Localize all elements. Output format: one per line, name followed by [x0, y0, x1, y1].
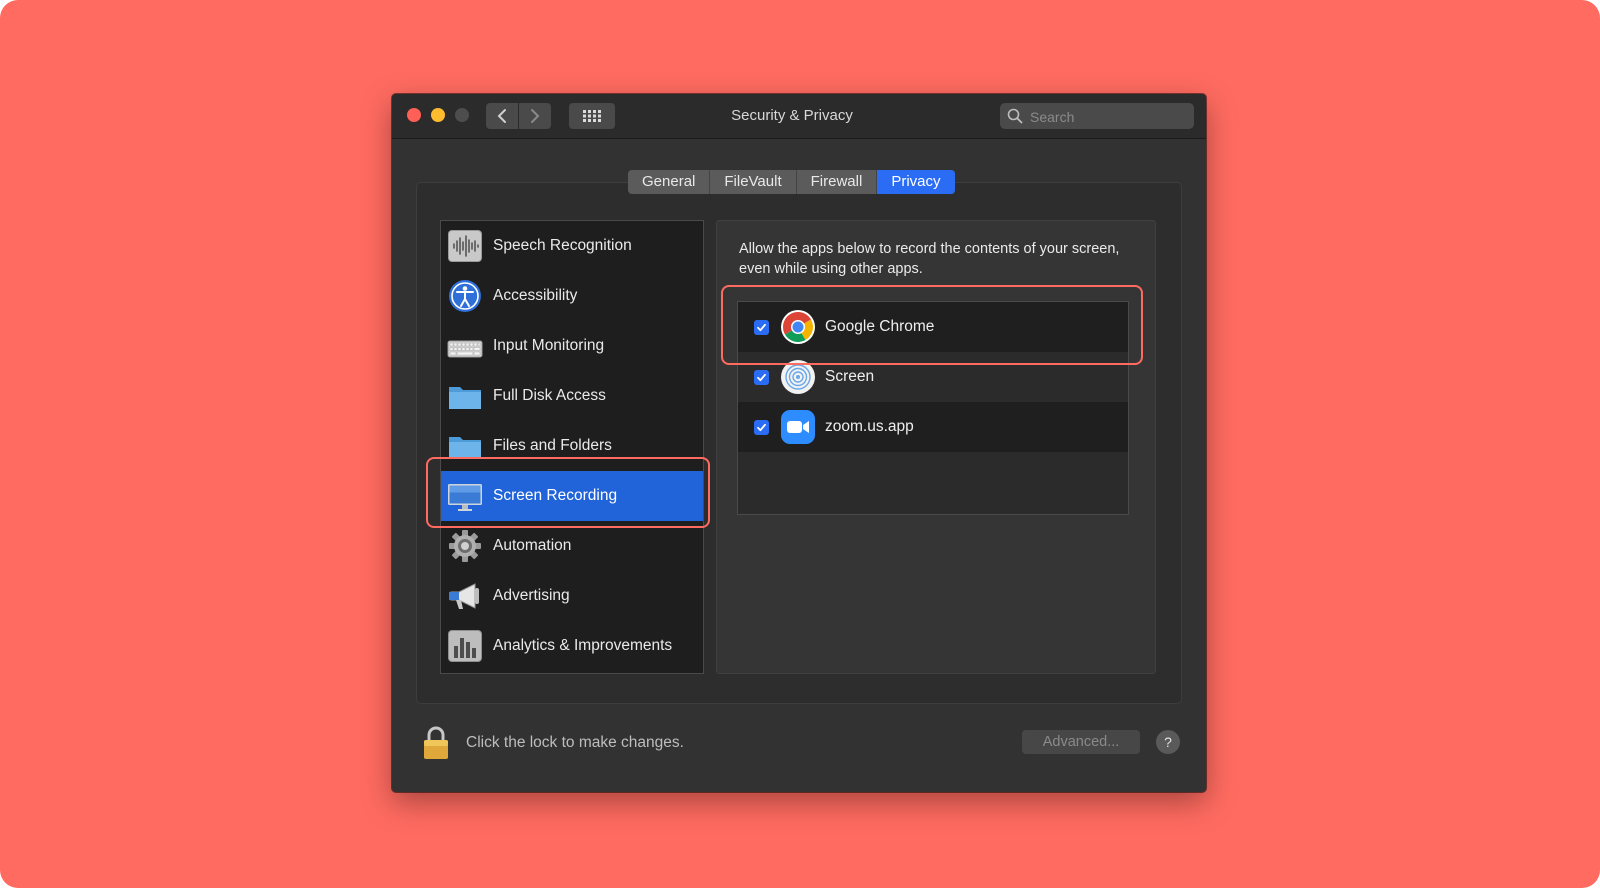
list-item-screen[interactable]: Screen	[738, 352, 1128, 402]
grid-icon	[583, 110, 601, 122]
back-button[interactable]	[486, 103, 518, 129]
close-window-button[interactable]	[407, 108, 421, 122]
list-item-zoom[interactable]: zoom.us.app	[738, 402, 1128, 452]
show-all-button[interactable]	[569, 103, 615, 129]
keyboard-icon	[447, 340, 483, 358]
search-icon	[1007, 108, 1023, 124]
chrome-icon	[781, 310, 815, 344]
sidebar-item-automation[interactable]: Automation	[441, 521, 703, 571]
folder-icon	[449, 437, 481, 459]
advanced-button[interactable]: Advanced...	[1022, 730, 1140, 754]
bar-chart-icon	[448, 630, 482, 662]
lock-icon[interactable]	[422, 726, 450, 760]
security-privacy-window: Security & Privacy General FileVault Fir…	[392, 94, 1206, 792]
search-field[interactable]	[1000, 103, 1194, 131]
sidebar-item-speech-recognition[interactable]: Speech Recognition	[441, 221, 703, 271]
sidebar-item-label: Full Disk Access	[493, 387, 606, 404]
sidebar-item-screen-recording[interactable]: Screen Recording	[441, 471, 703, 521]
app-label: Google Chrome	[825, 318, 935, 335]
screen-checkbox[interactable]	[754, 370, 769, 385]
sidebar-item-label: Files and Folders	[493, 437, 612, 454]
backdrop: Security & Privacy General FileVault Fir…	[0, 0, 1600, 888]
privacy-category-list: Speech Recognition Accessibility Input M…	[440, 220, 704, 674]
sidebar-item-full-disk-access[interactable]: Full Disk Access	[441, 371, 703, 421]
monitor-icon	[448, 484, 482, 511]
sidebar-item-analytics-improvements[interactable]: Analytics & Improvements	[441, 621, 703, 671]
tab-filevault[interactable]: FileVault	[710, 170, 797, 194]
app-label: Screen	[825, 368, 875, 385]
sidebar-item-accessibility[interactable]: Accessibility	[441, 271, 703, 321]
sidebar-item-label: Speech Recognition	[493, 237, 632, 254]
help-button[interactable]: ?	[1156, 730, 1180, 754]
forward-button[interactable]	[519, 103, 551, 129]
panel-description: Allow the apps below to record the conte…	[739, 241, 1120, 277]
title-bar: Security & Privacy	[392, 94, 1206, 139]
checkmark-icon	[757, 423, 766, 432]
app-list: Google Chrome Screen zoom.us.app	[737, 301, 1129, 515]
screen-app-icon	[781, 360, 815, 394]
sidebar-item-label: Automation	[493, 537, 572, 554]
sidebar-item-label: Accessibility	[493, 287, 578, 304]
search-input[interactable]	[1028, 103, 1192, 131]
chevron-right-icon	[531, 109, 540, 123]
tab-bar: General FileVault Firewall Privacy	[628, 170, 955, 194]
list-item-google-chrome[interactable]: Google Chrome	[738, 302, 1128, 352]
sidebar-item-files-and-folders[interactable]: Files and Folders	[441, 421, 703, 471]
checkmark-icon	[757, 373, 766, 382]
google-chrome-checkbox[interactable]	[754, 320, 769, 335]
screen-recording-panel: Allow the apps below to record the conte…	[716, 220, 1156, 674]
zoom-window-button[interactable]	[455, 108, 469, 122]
zoom-checkbox[interactable]	[754, 420, 769, 435]
gear-icon	[449, 530, 481, 562]
checkmark-icon	[757, 323, 766, 332]
sidebar-item-input-monitoring[interactable]: Input Monitoring	[441, 321, 703, 371]
sidebar-item-label: Analytics & Improvements	[493, 637, 673, 654]
sidebar-item-advertising[interactable]: Advertising	[441, 571, 703, 621]
accessibility-icon	[449, 280, 481, 312]
lock-message: Click the lock to make changes.	[466, 734, 684, 751]
window-title: Security & Privacy	[731, 107, 853, 124]
folder-icon	[449, 387, 481, 409]
list-item-empty	[738, 452, 1128, 502]
tab-firewall[interactable]: Firewall	[797, 170, 878, 194]
app-label: zoom.us.app	[825, 418, 914, 435]
tab-general[interactable]: General	[628, 170, 711, 194]
megaphone-icon	[449, 583, 479, 609]
sidebar-item-label: Input Monitoring	[493, 337, 605, 354]
chevron-left-icon	[497, 109, 506, 123]
minimize-window-button[interactable]	[431, 108, 445, 122]
sidebar-item-label: Screen Recording	[493, 487, 618, 504]
zoom-icon	[781, 410, 815, 444]
sidebar-item-label: Advertising	[493, 587, 570, 604]
waveform-icon	[448, 230, 482, 262]
tab-privacy[interactable]: Privacy	[877, 170, 955, 194]
